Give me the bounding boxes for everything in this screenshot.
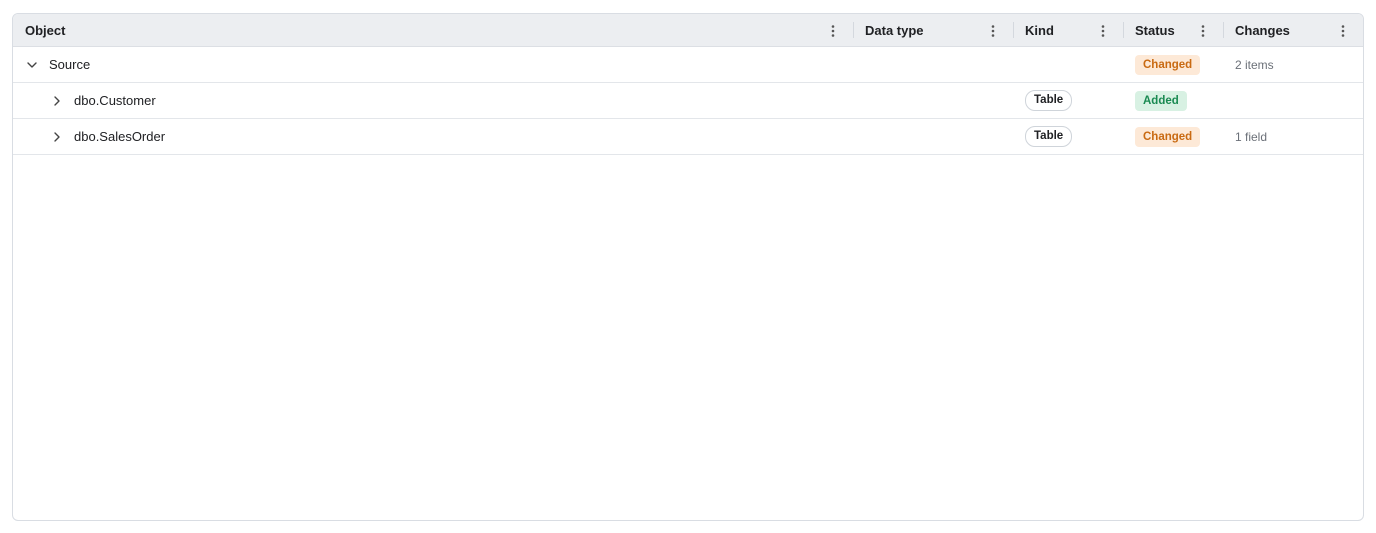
object-cell: Source [13, 47, 853, 82]
chevron-right-icon[interactable] [50, 94, 64, 108]
changes-cell: 2 items [1223, 47, 1363, 82]
changes-summary: 1 field [1235, 129, 1268, 144]
column-header-label: Kind [1025, 22, 1054, 38]
column-header-label: Data type [865, 22, 924, 38]
column-menu-icon[interactable] [1337, 23, 1349, 39]
table-row[interactable]: dbo.Customer Table Added [13, 83, 1363, 119]
status-badge: Changed [1135, 54, 1201, 75]
column-menu-icon[interactable] [827, 23, 839, 39]
data-type-cell [853, 119, 1013, 154]
column-header-label: Status [1135, 22, 1175, 38]
table-row[interactable]: dbo.SalesOrder Table Changed 1 field [13, 119, 1363, 155]
data-type-cell [853, 83, 1013, 118]
kind-cell [1013, 47, 1123, 82]
chevron-down-icon[interactable] [25, 58, 39, 72]
kind-badge: Table [1025, 126, 1073, 147]
status-cell: Changed [1123, 47, 1223, 82]
column-header-kind[interactable]: Kind [1013, 14, 1123, 46]
object-name: Source [49, 57, 91, 72]
column-header-data-type[interactable]: Data type [853, 14, 1013, 46]
table-row[interactable]: Source Changed 2 items [13, 47, 1363, 83]
column-header-object[interactable]: Object [13, 14, 853, 46]
status-cell: Changed [1123, 119, 1223, 154]
object-name: dbo.Customer [74, 93, 156, 108]
kind-badge: Table [1025, 90, 1073, 111]
object-cell: dbo.Customer [13, 83, 853, 118]
status-cell: Added [1123, 83, 1223, 118]
data-type-cell [853, 47, 1013, 82]
status-badge: Changed [1135, 126, 1201, 147]
status-badge: Added [1135, 90, 1187, 111]
schema-diff-grid: Object Data type Kind Status Changes Sou… [12, 13, 1364, 521]
column-header-status[interactable]: Status [1123, 14, 1223, 46]
kind-cell: Table [1013, 83, 1123, 118]
changes-cell: 1 field [1223, 119, 1363, 154]
kind-cell: Table [1013, 119, 1123, 154]
column-menu-icon[interactable] [1097, 23, 1109, 39]
column-header-changes[interactable]: Changes [1223, 14, 1363, 46]
column-menu-icon[interactable] [987, 23, 999, 39]
column-menu-icon[interactable] [1197, 23, 1209, 39]
column-header-label: Changes [1235, 22, 1290, 38]
changes-summary: 2 items [1235, 57, 1274, 72]
object-cell: dbo.SalesOrder [13, 119, 853, 154]
chevron-right-icon[interactable] [50, 130, 64, 144]
object-name: dbo.SalesOrder [74, 129, 166, 144]
changes-cell [1223, 83, 1363, 118]
column-header-label: Object [25, 22, 66, 38]
grid-header: Object Data type Kind Status Changes [13, 14, 1363, 47]
